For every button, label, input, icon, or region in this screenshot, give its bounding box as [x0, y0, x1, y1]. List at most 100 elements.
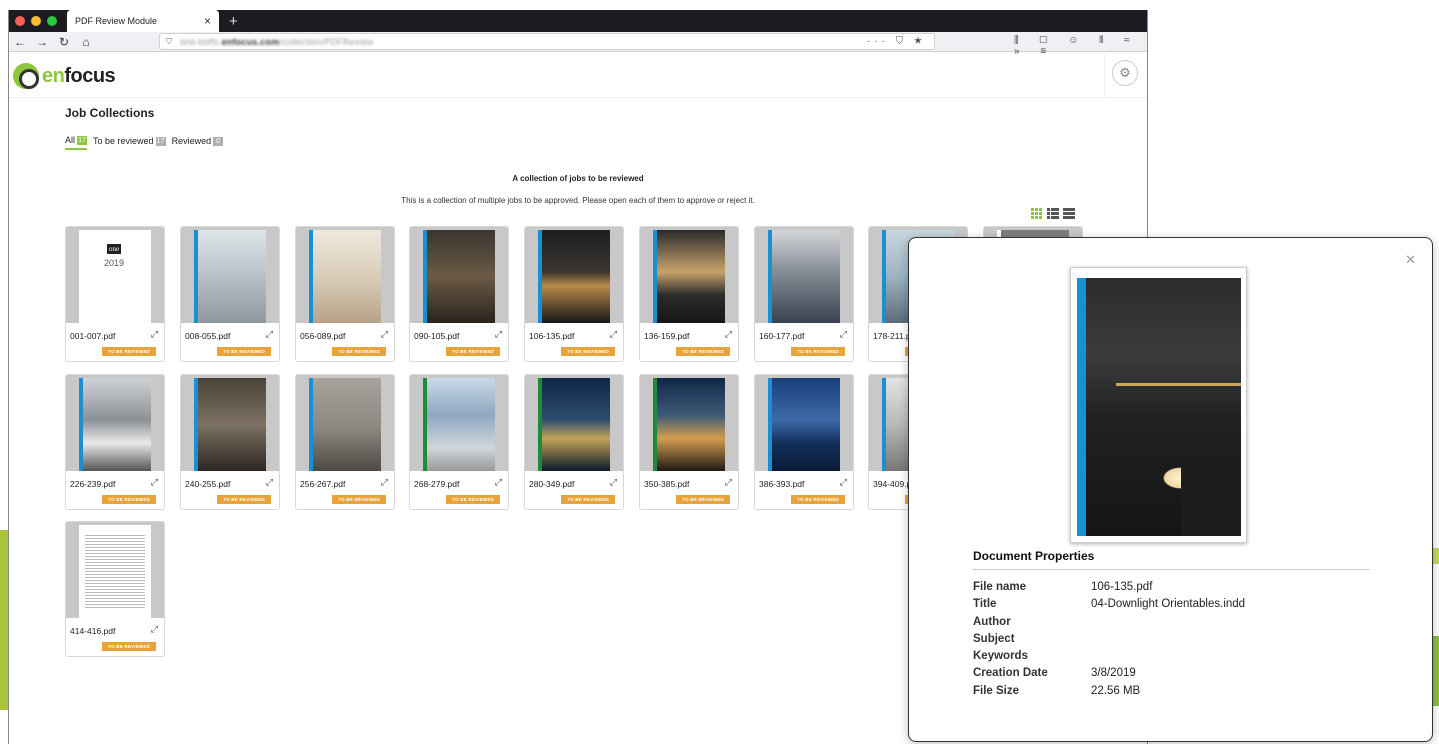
- job-thumbnail[interactable]: [755, 375, 853, 471]
- job-thumbnail[interactable]: [181, 227, 279, 323]
- job-thumbnail[interactable]: [296, 227, 394, 323]
- job-thumbnail[interactable]: [640, 227, 738, 323]
- expand-icon[interactable]: ⤢: [381, 329, 388, 340]
- page-photo: [542, 378, 610, 471]
- expand-icon[interactable]: ⤢: [381, 477, 388, 488]
- expand-icon[interactable]: ⤢: [266, 477, 273, 488]
- job-card[interactable]: 350-385.pdf ⤢ TO BE REVIEWED: [639, 374, 739, 510]
- enfocus-logo: enfocus: [13, 63, 116, 89]
- properties-title: Document Properties: [973, 549, 1095, 563]
- job-thumbnail[interactable]: [525, 375, 623, 471]
- job-thumbnail[interactable]: [181, 375, 279, 471]
- url-actions[interactable]: ··· ⛉ ★: [867, 36, 926, 47]
- expand-icon[interactable]: ⤢: [610, 477, 617, 488]
- job-card[interactable]: 280-349.pdf ⤢ TO BE REVIEWED: [524, 374, 624, 510]
- cover-year: 2019: [104, 258, 125, 268]
- job-file-name: 001-007.pdf: [70, 331, 116, 341]
- job-card[interactable]: 008-055.pdf ⤢ TO BE REVIEWED: [180, 226, 280, 362]
- expand-icon[interactable]: ⤢: [266, 329, 273, 340]
- job-thumbnail[interactable]: [296, 375, 394, 471]
- list-view-icon[interactable]: [1047, 208, 1059, 219]
- expand-icon[interactable]: ⤢: [495, 329, 502, 340]
- expand-icon[interactable]: ⤢: [151, 477, 158, 488]
- job-card[interactable]: 160-177.pdf ⤢ TO BE REVIEWED: [754, 226, 854, 362]
- job-file-name: 414-416.pdf: [70, 626, 116, 636]
- window-controls: [9, 16, 65, 26]
- compact-view-icon[interactable]: [1063, 208, 1075, 219]
- expand-icon[interactable]: ⤢: [610, 329, 617, 340]
- screen: PDF Review Module × + ← → ↻ ⌂ ⛉ test-bof…: [0, 0, 1439, 744]
- expand-icon[interactable]: ⤢: [725, 477, 732, 488]
- page-photo: [772, 378, 840, 471]
- expand-icon[interactable]: ⤢: [495, 477, 502, 488]
- tab-close-icon[interactable]: ×: [204, 14, 211, 28]
- job-file-name: 280-349.pdf: [529, 479, 575, 489]
- count-badge: 0: [213, 136, 224, 146]
- close-icon[interactable]: ✕: [1405, 252, 1416, 268]
- page-preview: [423, 378, 495, 471]
- page-preview: [423, 230, 495, 323]
- back-button[interactable]: ←: [9, 35, 31, 49]
- settings-gear-icon[interactable]: ⚙: [1112, 60, 1138, 86]
- job-file-name: 160-177.pdf: [759, 331, 805, 341]
- count-badge: 17: [155, 136, 166, 146]
- job-card[interactable]: 090-105.pdf ⤢ TO BE REVIEWED: [409, 226, 509, 362]
- page-photo: one 2019: [79, 230, 151, 323]
- page-preview: [538, 378, 610, 471]
- cover-title: one: [107, 244, 122, 254]
- new-tab-button[interactable]: +: [229, 13, 238, 30]
- filter-all[interactable]: All 17: [65, 135, 88, 150]
- page-photo: [657, 230, 725, 323]
- property-row: Author: [973, 615, 1011, 628]
- maximize-window-button[interactable]: [47, 16, 57, 26]
- job-thumbnail[interactable]: [410, 227, 508, 323]
- close-window-button[interactable]: [15, 16, 25, 26]
- view-switcher: [1031, 208, 1075, 219]
- job-thumbnail[interactable]: [755, 227, 853, 323]
- job-card[interactable]: 226-239.pdf ⤢ TO BE REVIEWED: [65, 374, 165, 510]
- job-thumbnail[interactable]: [410, 375, 508, 471]
- filter-to-be-reviewed[interactable]: To be reviewed 17: [93, 135, 166, 150]
- browser-tab[interactable]: PDF Review Module ×: [67, 10, 219, 32]
- page-preview: [309, 230, 381, 323]
- job-card[interactable]: 056-089.pdf ⤢ TO BE REVIEWED: [295, 226, 395, 362]
- job-thumbnail[interactable]: [66, 375, 164, 471]
- status-badge: TO BE REVIEWED: [102, 347, 156, 356]
- properties-divider: [973, 569, 1370, 570]
- job-thumbnail[interactable]: [525, 227, 623, 323]
- job-card[interactable]: 414-416.pdf ⤢ TO BE REVIEWED: [65, 521, 165, 657]
- preview-photo: [1086, 278, 1241, 536]
- job-card[interactable]: 106-135.pdf ⤢ TO BE REVIEWED: [524, 226, 624, 362]
- expand-icon[interactable]: ⤢: [840, 477, 847, 488]
- url-bar[interactable]: ⛉ test-boffs.enfocus.com/collection/PDFR…: [159, 33, 935, 50]
- home-button[interactable]: ⌂: [75, 35, 97, 49]
- grid-view-icon[interactable]: [1031, 208, 1043, 219]
- job-card[interactable]: 268-279.pdf ⤢ TO BE REVIEWED: [409, 374, 509, 510]
- job-file-name: 136-159.pdf: [644, 331, 690, 341]
- job-thumbnail[interactable]: one 2019: [66, 227, 164, 323]
- job-card[interactable]: 240-255.pdf ⤢ TO BE REVIEWED: [180, 374, 280, 510]
- page-photo: [83, 378, 151, 471]
- expand-icon[interactable]: ⤢: [151, 624, 158, 635]
- status-badge: TO BE REVIEWED: [791, 347, 845, 356]
- status-badge: TO BE REVIEWED: [446, 495, 500, 504]
- expand-icon[interactable]: ⤢: [725, 329, 732, 340]
- minimize-window-button[interactable]: [31, 16, 41, 26]
- reload-button[interactable]: ↻: [53, 35, 75, 49]
- expand-icon[interactable]: ⤢: [840, 329, 847, 340]
- forward-button[interactable]: →: [31, 35, 53, 49]
- job-thumbnail[interactable]: [66, 522, 164, 618]
- page-preview: [79, 378, 151, 471]
- expand-icon[interactable]: ⤢: [151, 329, 158, 340]
- job-card[interactable]: 136-159.pdf ⤢ TO BE REVIEWED: [639, 226, 739, 362]
- page-preview: [768, 230, 840, 323]
- status-badge: TO BE REVIEWED: [102, 642, 156, 651]
- job-thumbnail[interactable]: [640, 375, 738, 471]
- job-card[interactable]: 256-267.pdf ⤢ TO BE REVIEWED: [295, 374, 395, 510]
- preview-counter-block: [1181, 463, 1241, 536]
- job-card[interactable]: one 2019 001-007.pdf ⤢ TO BE REVIEWED: [65, 226, 165, 362]
- job-card[interactable]: 386-393.pdf ⤢ TO BE REVIEWED: [754, 374, 854, 510]
- properties-list: File name 106-135.pdf Title 04-Downlight O…: [973, 581, 1245, 702]
- page-preview: one 2019: [79, 230, 151, 323]
- filter-reviewed[interactable]: Reviewed 0: [172, 135, 224, 150]
